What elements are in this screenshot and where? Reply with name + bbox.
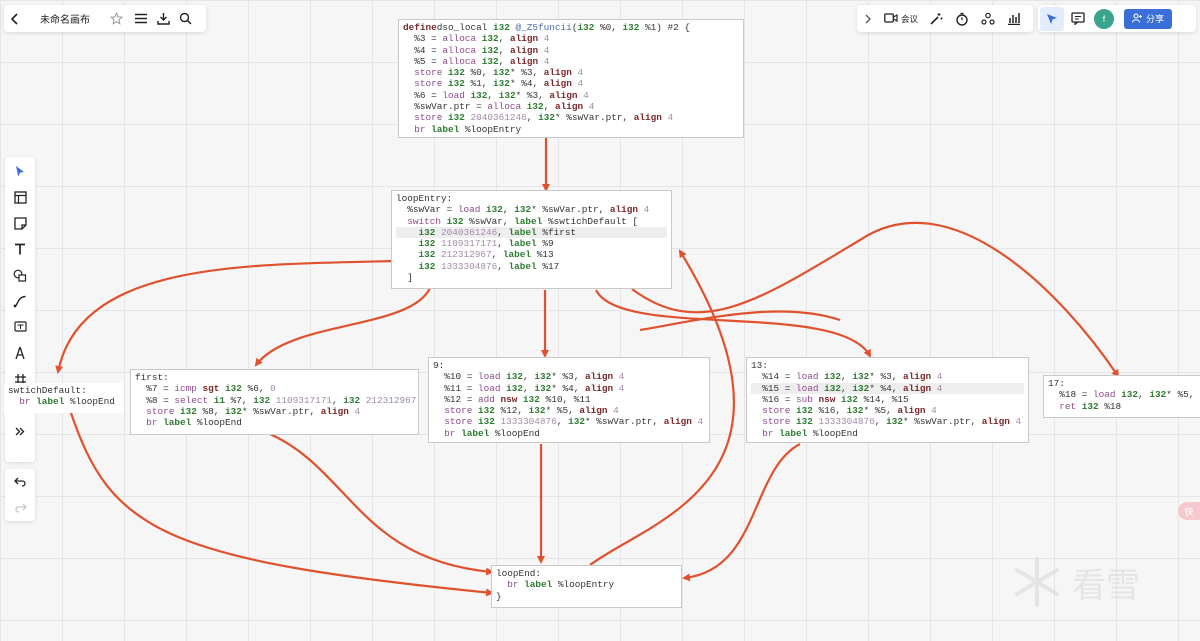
timer-icon[interactable] (949, 12, 975, 26)
frame-icon[interactable] (5, 184, 35, 210)
code-line: %15 = load i32, i32* %4, align 4 (751, 382, 1024, 394)
code-node-entry[interactable]: definedso_local i32 @_Z5funcii(i32 %0, i… (398, 19, 744, 138)
code-line: %16 = sub nsw i32 %14, %15 (751, 393, 909, 405)
code-line: %swVar = load i32, i32* %swVar.ptr, alig… (396, 204, 650, 216)
more-icon[interactable] (5, 418, 35, 444)
code-line: first: (135, 372, 169, 383)
pen-icon[interactable] (5, 340, 35, 366)
menu-icon[interactable] (130, 13, 152, 24)
comment-icon[interactable] (1064, 12, 1092, 25)
shapes-icon[interactable] (5, 262, 35, 288)
share-button[interactable]: 分享 (1124, 8, 1173, 29)
code-line: } (496, 590, 502, 602)
code-line: store i32 %12, i32* %5, align 4 (433, 405, 619, 417)
code-line: %10 = load i32, i32* %3, align 4 (433, 371, 625, 383)
text-icon[interactable] (5, 236, 35, 262)
add-user-icon (1131, 12, 1142, 25)
code-line: %5 = alloca i32, align 4 (403, 55, 550, 67)
code-line: ret i32 %18 (1048, 400, 1122, 412)
code-line: store i32 %0, i32* %3, align 4 (403, 67, 584, 79)
connector-icon[interactable] (5, 288, 35, 314)
code-line: %14 = load i32, i32* %3, align 4 (751, 371, 943, 383)
code-line: br label %loopEnd (135, 417, 242, 429)
avatar[interactable]: f (1094, 8, 1114, 29)
code-line: 9: (433, 360, 445, 371)
code-line: i32 212312967, label %13 (396, 249, 554, 261)
canvas-title[interactable]: 未命名画布 (40, 11, 100, 26)
code-line: definedso_local i32 @_Z5funcii(i32 %0, i… (403, 22, 691, 33)
chevron-left-icon[interactable] (4, 5, 26, 32)
code-line: store i32 %8, i32* %swVar.ptr, align 4 (135, 405, 361, 417)
edge-loopentry-to-13 (595, 289, 871, 358)
edge-13-to-loopend (682, 443, 801, 582)
meeting-label: 会议 (900, 13, 918, 24)
code-line: br label %loopEntry (403, 123, 522, 135)
code-line: br label %loopEntry (496, 579, 615, 591)
code-line: %8 = select i1 %7, i32 1109317171, i32 2… (135, 394, 417, 406)
code-node-first[interactable]: first: %7 = icmp sgt i32 %6, 0 %8 = sele… (130, 369, 419, 435)
code-line: loopEntry: (396, 193, 453, 204)
code-line: %3 = alloca i32, align 4 (403, 33, 550, 45)
edge-loopentry-to-first (254, 287, 431, 367)
code-line: store i32 %1, i32* %4, align 4 (403, 78, 584, 90)
people-icon[interactable] (975, 12, 1001, 26)
code-line: %7 = icmp sgt i32 %6, 0 (135, 383, 276, 395)
code-line: 17: (1048, 378, 1065, 389)
top-right-toolbar: 会议 (857, 5, 1033, 32)
top-right-toolbar-2: f 分享 (1038, 5, 1196, 32)
code-line: %18 = load i32, i32* %5, (1048, 389, 1195, 401)
code-line: %swVar.ptr = alloca i32, align 4 (403, 101, 595, 113)
star-icon[interactable] (106, 12, 126, 25)
sticky-note-icon[interactable] (5, 210, 35, 236)
code-node-swtichdefault[interactable]: swtichDefault: br label %loopEnd (4, 383, 124, 413)
code-node-loopentry[interactable]: loopEntry: %swVar = load i32, i32* %swVa… (391, 190, 672, 289)
code-line: swtichDefault: (8, 385, 87, 396)
code-line: %12 = add nsw i32 %10, %11 (433, 393, 591, 405)
edge-loopentry-to-17 (631, 221, 1120, 378)
search-icon[interactable] (174, 12, 196, 25)
chevron-right-icon[interactable] (857, 14, 879, 24)
undo-icon[interactable] (5, 469, 35, 495)
code-line: switch i32 %swVar, label %swtichDefault … (396, 215, 638, 227)
code-line: store i32 1333304876, i32* %swVar.ptr, a… (433, 416, 704, 428)
watermark: 看雪 (1010, 555, 1140, 609)
code-line: store i32 1333304876, i32* %swVar.ptr, a… (751, 416, 1022, 428)
floating-badge[interactable]: 快 (1178, 502, 1200, 520)
code-line: i32 1109317171, label %9 (396, 238, 554, 250)
code-line: store i32 %16, i32* %5, align 4 (751, 405, 937, 417)
code-line: %4 = alloca i32, align 4 (403, 44, 550, 56)
code-line: i32 2040361246, label %first (396, 226, 667, 239)
download-icon[interactable] (152, 12, 174, 25)
edge-loopentry-to-default (55, 259, 394, 374)
comment-text-icon[interactable] (5, 314, 35, 340)
edge-first-to-loopend (269, 432, 494, 576)
meeting-button[interactable]: 会议 (879, 10, 923, 28)
pointer-icon[interactable] (5, 158, 35, 184)
video-camera-icon (884, 10, 898, 28)
share-label: 分享 (1146, 14, 1165, 24)
redo-icon[interactable] (5, 495, 35, 521)
watermark-text: 看雪 (1072, 565, 1140, 606)
top-left-toolbar: 未命名画布 (4, 5, 206, 32)
code-line: i32 1333304876, label %17 (396, 260, 560, 272)
code-line: %6 = load i32, i32* %3, align 4 (403, 89, 589, 101)
code-line: ] (396, 272, 413, 284)
code-node-loopend[interactable]: loopEnd: br label %loopEntry} (491, 565, 682, 608)
history-palette (5, 469, 35, 521)
code-node-17[interactable]: 17: %18 = load i32, i32* %5, ret i32 %18 (1043, 375, 1200, 418)
code-node-13[interactable]: 13: %14 = load i32, i32* %3, align 4 %15… (746, 357, 1029, 443)
code-line: store i32 2040361246, i32* %swVar.ptr, a… (403, 112, 674, 124)
code-line: loopEnd: (496, 568, 542, 579)
cursor-follow-icon[interactable] (1040, 6, 1064, 31)
code-line: br label %loopEnd (8, 396, 115, 408)
code-line: 13: (751, 360, 768, 371)
code-node-9[interactable]: 9: %10 = load i32, i32* %3, align 4 %11 … (428, 357, 710, 443)
left-tool-palette (5, 157, 35, 462)
code-line: br label %loopEnd (433, 427, 540, 439)
code-line: %11 = load i32, i32* %4, align 4 (433, 382, 625, 394)
magic-wand-icon[interactable] (923, 12, 949, 26)
snowflake-icon (1015, 557, 1059, 607)
code-line: br label %loopEnd (751, 427, 858, 439)
bar-chart-icon[interactable] (1001, 12, 1027, 25)
